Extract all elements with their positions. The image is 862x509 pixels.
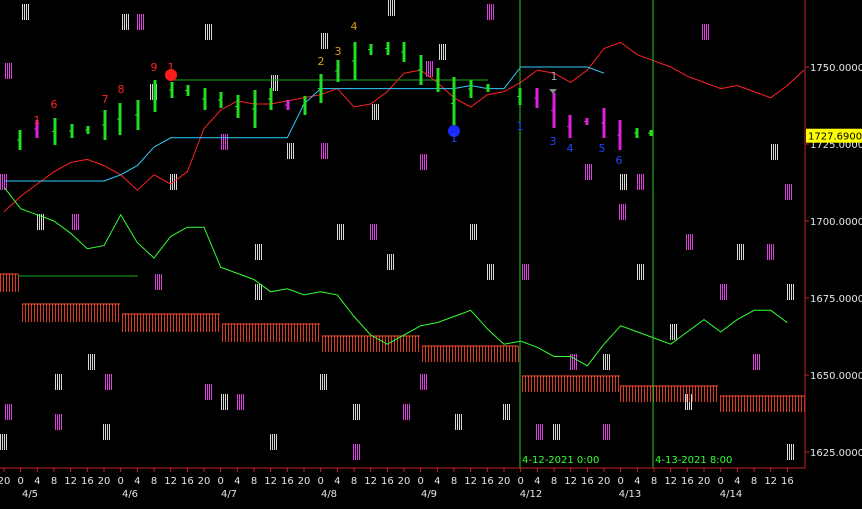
x-hour-label-22: 8 bbox=[351, 476, 357, 487]
session-label-1: 4-12-2021 0:00 bbox=[522, 455, 599, 466]
x-hour-label-1: 20 bbox=[0, 476, 10, 487]
setup-count-3: 7 bbox=[102, 93, 109, 106]
x-hour-label-27: 4 bbox=[434, 476, 440, 487]
x-hour-label-12: 16 bbox=[181, 476, 194, 487]
x-hour-label-31: 20 bbox=[498, 476, 511, 487]
x-hour-label-17: 12 bbox=[264, 476, 277, 487]
x-date-label-7: 4/13 bbox=[619, 489, 641, 500]
x-date-label-4: 4/8 bbox=[321, 489, 337, 500]
y-tick-label-4: 1675.00000 bbox=[810, 294, 862, 305]
setup-count-14: 4 bbox=[567, 142, 574, 155]
x-hour-label-19: 20 bbox=[298, 476, 311, 487]
x-hour-label-14: 0 bbox=[217, 476, 223, 487]
x-hour-label-38: 0 bbox=[617, 476, 623, 487]
x-date-label-2: 4/6 bbox=[122, 489, 138, 500]
session-label-2: 4-13-2021 8:00 bbox=[655, 455, 732, 466]
setup-count-1: 1 bbox=[34, 114, 41, 127]
x-hour-label-25: 20 bbox=[398, 476, 411, 487]
x-hour-label-33: 4 bbox=[534, 476, 540, 487]
x-date-label-5: 4/9 bbox=[421, 489, 437, 500]
setup-count-11: 1 bbox=[517, 120, 524, 133]
setup-count-10: 1 bbox=[451, 132, 458, 145]
x-hour-label-10: 8 bbox=[151, 476, 157, 487]
setup-count-13: 3 bbox=[550, 135, 557, 148]
x-hour-label-43: 20 bbox=[698, 476, 711, 487]
y-tick-label-6: 1625.00000 bbox=[810, 448, 862, 459]
x-hour-label-2: 0 bbox=[17, 476, 23, 487]
x-hour-label-24: 16 bbox=[381, 476, 394, 487]
x-hour-label-6: 16 bbox=[81, 476, 94, 487]
x-hour-label-23: 12 bbox=[364, 476, 377, 487]
x-date-label-3: 4/7 bbox=[221, 489, 237, 500]
setup-count-15: 5 bbox=[599, 142, 606, 155]
setup-count-8: 3 bbox=[335, 45, 342, 58]
x-hour-label-7: 20 bbox=[98, 476, 111, 487]
setup-count-16: 6 bbox=[616, 154, 623, 167]
current-price-label: 1727.69000 bbox=[808, 132, 862, 143]
setup-count-9: 4 bbox=[351, 20, 358, 33]
x-hour-label-16: 8 bbox=[251, 476, 257, 487]
x-date-label-8: 4/14 bbox=[720, 489, 742, 500]
x-date-label-1: 4/5 bbox=[22, 489, 38, 500]
x-date-label-6: 4/12 bbox=[520, 489, 542, 500]
x-hour-label-44: 0 bbox=[717, 476, 723, 487]
x-hour-label-28: 8 bbox=[451, 476, 457, 487]
x-hour-label-37: 20 bbox=[598, 476, 611, 487]
x-hour-label-35: 12 bbox=[564, 476, 577, 487]
ichimoku-chart: 4-12-2021 0:00 4-13-2021 8:00 16 789 1 23411… bbox=[0, 0, 862, 509]
x-hour-label-15: 4 bbox=[234, 476, 240, 487]
x-hour-label-8: 0 bbox=[117, 476, 123, 487]
x-hour-label-32: 0 bbox=[517, 476, 523, 487]
setup-count-5: 9 bbox=[151, 61, 158, 74]
cloud-segment-0 bbox=[0, 274, 19, 292]
x-hour-label-26: 0 bbox=[417, 476, 423, 487]
x-hour-label-39: 4 bbox=[634, 476, 640, 487]
x-hour-label-21: 4 bbox=[334, 476, 340, 487]
x-hour-label-36: 16 bbox=[581, 476, 594, 487]
x-hour-label-42: 16 bbox=[681, 476, 694, 487]
x-hour-label-48: 16 bbox=[781, 476, 794, 487]
setup-count-12: 1 bbox=[551, 70, 558, 83]
x-hour-label-3: 4 bbox=[34, 476, 40, 487]
x-hour-label-41: 12 bbox=[664, 476, 677, 487]
setup-count-6: 1 bbox=[168, 61, 175, 74]
x-hour-label-5: 12 bbox=[64, 476, 77, 487]
x-hour-label-46: 8 bbox=[751, 476, 757, 487]
y-tick-label-1: 1750.00000 bbox=[810, 63, 862, 74]
x-hour-label-20: 0 bbox=[317, 476, 323, 487]
y-tick-label-3: 1700.00000 bbox=[810, 217, 862, 228]
x-hour-label-13: 20 bbox=[198, 476, 211, 487]
setup-count-2: 6 bbox=[51, 98, 58, 111]
x-hour-label-4: 8 bbox=[51, 476, 57, 487]
setup-count-7: 2 bbox=[318, 55, 325, 68]
x-hour-label-11: 12 bbox=[164, 476, 177, 487]
x-hour-label-45: 4 bbox=[734, 476, 740, 487]
x-hour-label-30: 16 bbox=[481, 476, 494, 487]
x-hour-label-9: 4 bbox=[134, 476, 140, 487]
x-hour-label-47: 12 bbox=[764, 476, 777, 487]
setup-count-4: 8 bbox=[118, 83, 125, 96]
x-hour-label-18: 16 bbox=[281, 476, 294, 487]
x-hour-label-40: 8 bbox=[651, 476, 657, 487]
x-hour-label-29: 12 bbox=[464, 476, 477, 487]
y-tick-label-5: 1650.00000 bbox=[810, 371, 862, 382]
x-hour-label-34: 8 bbox=[551, 476, 557, 487]
